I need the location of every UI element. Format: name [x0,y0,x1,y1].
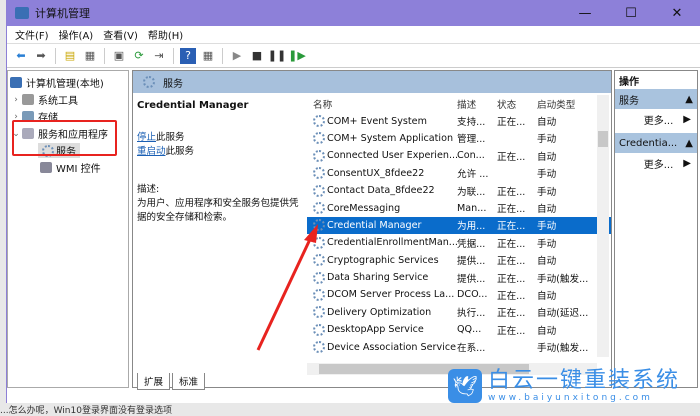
service-row[interactable]: Device Association Service 在系... 手动(触发... [307,338,611,355]
gear-icon [313,254,325,267]
tools-icon [22,94,34,105]
service-row[interactable]: Credential Manager 为用... 正在... 手动 [307,216,611,235]
service-row[interactable]: COM+ Event System 支持... 正在... 自动 [307,112,611,129]
col-name[interactable]: 名称 [307,97,457,111]
background-text: ...怎么办呢，Win10登录界面没有登录选项 [0,406,172,416]
computer-icon [10,77,22,88]
watermark-name: 白云一键重装系统 [488,368,681,393]
computer-management-icon [15,7,29,19]
service-row[interactable]: DCOM Server Process La... DCO... 正在... 自动 [307,286,611,303]
arrow-right-icon: ▶ [683,113,691,125]
actions-section-services[interactable]: 服务 ▲ [615,89,697,109]
description-label: 描述: [137,184,160,195]
tab-extended[interactable]: 扩展 [137,373,171,390]
menu-help[interactable]: 帮助(H) [148,27,183,42]
gear-icon [313,202,325,215]
panel-header: 服务 [133,71,611,93]
tree-root[interactable]: 计算机管理(本地) [10,74,126,91]
gear-icon [313,236,325,249]
description-text: 为用户、应用程序和安全服务包提供凭据的安全存储和检索。 [137,198,299,223]
service-row[interactable]: DesktopApp Service QQ... 正在... 自动 [307,321,611,338]
service-title: Credential Manager [137,100,249,111]
services-list: 名称 描述 状态 启动类型 COM+ Event System 支持... 正在..… [307,95,611,363]
gear-icon [313,341,325,354]
service-row[interactable]: Contact Data_8fdee22 为联... 正在... 手动 [307,182,611,199]
back-icon[interactable]: ⬅ [13,48,29,64]
service-row[interactable]: CoreMessaging Man... 正在... 自动 [307,199,611,216]
list-header: 名称 描述 状态 启动类型 [307,95,611,112]
menu-file[interactable]: 文件(F) [15,27,49,42]
watermark-logo: 🕊 白云一键重装系统 www.baiyunxitong.com [448,369,680,403]
minimize-button[interactable]: — [562,6,608,21]
pause-icon[interactable]: ❚❚ [268,48,286,64]
collapse-icon: ▲ [685,137,693,149]
gear-icon [313,132,325,145]
wmi-icon [40,162,52,173]
service-row[interactable]: Connected User Experien... Con... 正在... 自动 [307,147,611,164]
toolbar: ⬅ ➡ ▤ ▦ ▣ ⟳ ⇥ ? ▦ ▶ ■ ❚❚ ❚▶ [7,44,700,68]
gear-icon [313,271,325,284]
tree-wmi[interactable]: WMI 控件 [10,159,126,176]
navigation-tree: 计算机管理(本地) › 系统工具 › 存储 ⌄ 服务和应用程序 服务 WMI 控件 [7,70,129,388]
stop-icon[interactable]: ■ [249,48,265,64]
watermark-url: www.baiyunxitong.com [488,393,653,403]
tree-system-tools[interactable]: › 系统工具 [10,91,126,108]
more-actions-services[interactable]: 更多... ▶ [615,109,697,129]
action-pane-icon[interactable]: ▦ [200,48,216,64]
service-description: Credential Manager 停止此服务 重启动此服务 描述: 为用户、… [137,99,302,225]
service-row[interactable]: Data Sharing Service 提供... 正在... 手动(触发... [307,269,611,286]
gear-icon [313,288,325,301]
export-icon[interactable]: ⇥ [151,48,167,64]
arrow-right-icon: ▶ [683,157,691,169]
actions-pane: 操作 服务 ▲ 更多... ▶ Credentia... ▲ 更多... ▶ [614,70,698,388]
actions-section-credential[interactable]: Credentia... ▲ [615,133,697,153]
more-actions-credential[interactable]: 更多... ▶ [615,153,697,173]
maximize-button[interactable]: ☐ [608,6,654,21]
collapse-icon: ▲ [685,93,693,105]
menu-action[interactable]: 操作(A) [59,27,94,42]
col-startup[interactable]: 启动类型 [537,97,597,111]
col-status[interactable]: 状态 [497,97,537,111]
stop-service-link[interactable]: 停止 [137,132,156,143]
show-hide-tree-icon[interactable]: ▦ [82,48,98,64]
gear-icon [313,115,325,128]
gear-icon [313,149,325,162]
title-bar: 计算机管理 — ☐ ✕ [7,0,700,26]
computer-management-window: 计算机管理 — ☐ ✕ 文件(F) 操作(A) 查看(V) 帮助(H) ⬅ ➡ … [6,0,700,403]
service-row[interactable]: CredentialEnrollmentMan... 凭据... 正在... 手动 [307,234,611,251]
highlight-box [12,120,117,156]
bird-icon: 🕊 [448,369,482,403]
gear-icon [313,219,325,232]
window-title: 计算机管理 [35,7,90,20]
properties-icon[interactable]: ▣ [111,48,127,64]
search-icon [143,76,155,88]
service-row[interactable]: ConsentUX_8fdee22 允许 ... 手动 [307,165,611,182]
close-button[interactable]: ✕ [654,6,700,21]
menu-view[interactable]: 查看(V) [103,27,138,42]
services-panel: 服务 Credential Manager 停止此服务 重启动此服务 描述: 为… [132,70,612,390]
gear-icon [313,167,325,180]
tab-standard[interactable]: 标准 [172,373,206,390]
gear-icon [313,184,325,197]
gear-icon [313,306,325,319]
actions-title: 操作 [619,76,639,88]
service-row[interactable]: COM+ System Application 管理... 手动 [307,130,611,147]
up-folder-icon[interactable]: ▤ [62,48,78,64]
service-row[interactable]: Cryptographic Services 提供... 正在... 自动 [307,252,611,269]
service-row[interactable]: Delivery Optimization 执行... 正在... 自动(延迟... [307,304,611,321]
forward-icon[interactable]: ➡ [33,48,49,64]
refresh-icon[interactable]: ⟳ [131,48,147,64]
resume-icon[interactable]: ❚▶ [288,48,306,64]
start-icon[interactable]: ▶ [229,48,245,64]
gear-icon [313,323,325,336]
help-icon[interactable]: ? [180,47,196,64]
expand-icon[interactable]: › [10,95,22,105]
menu-bar: 文件(F) 操作(A) 查看(V) 帮助(H) [7,26,700,44]
restart-service-link[interactable]: 重启动 [137,146,166,157]
col-desc[interactable]: 描述 [457,97,497,111]
vertical-scrollbar[interactable] [597,95,609,357]
view-tabs: 扩展 标准 [137,373,206,390]
